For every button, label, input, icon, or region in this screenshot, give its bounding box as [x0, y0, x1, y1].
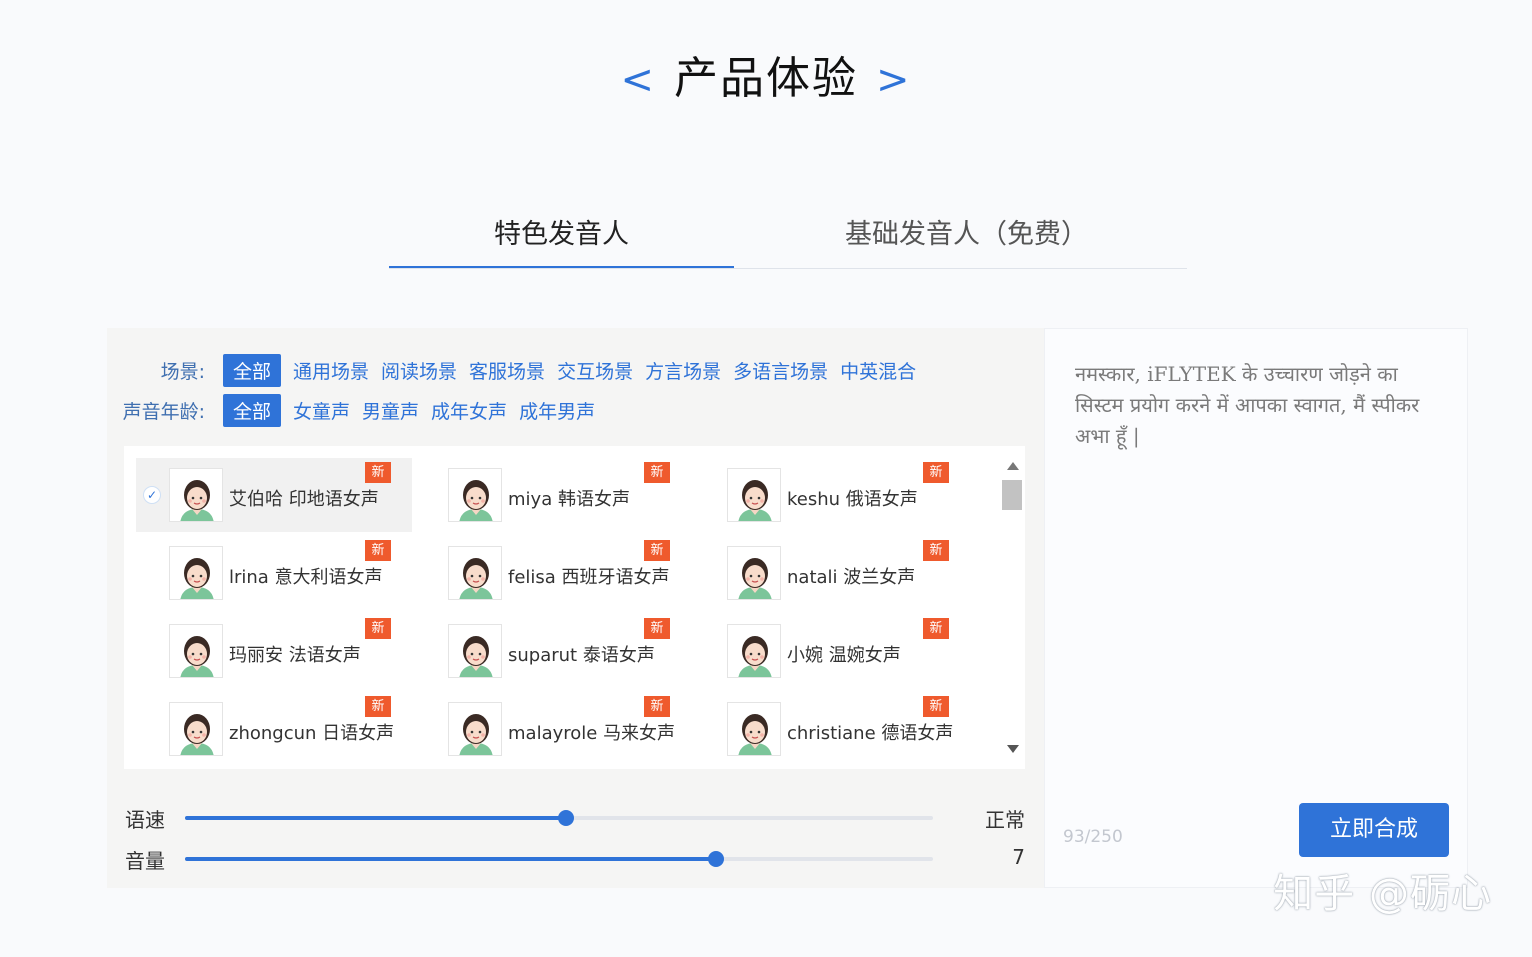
speaker-item[interactable]: christiane 德语女声 新 — [694, 692, 970, 766]
speaker-avatar — [727, 468, 781, 522]
scene-filter: 场景: 全部 通用场景 阅读场景 客服场景 交互场景 方言场景 多语言场景 中英… — [107, 353, 928, 387]
speaker-name: keshu 俄语女声 — [787, 489, 918, 510]
tab-featured-speakers[interactable]: 特色发音人 — [389, 205, 734, 268]
page-title-text: 产品体验 — [674, 53, 858, 104]
watermark: 知乎 @砺心 — [1273, 871, 1492, 917]
speaker-name: zhongcun 日语女声 — [229, 723, 395, 744]
scene-option[interactable]: 阅读场景 — [381, 357, 457, 384]
speaker-item[interactable]: suparut 泰语女声 新 — [415, 614, 691, 688]
age-filter-label: 声音年龄: — [122, 400, 205, 423]
speaker-avatar — [448, 702, 502, 756]
speaker-item[interactable]: 小婉 温婉女声 新 — [694, 614, 970, 688]
volume-slider-handle[interactable] — [708, 851, 725, 867]
scene-option[interactable]: 方言场景 — [645, 357, 721, 384]
volume-value: 7 — [1012, 845, 1025, 869]
speaker-name: 小婉 温婉女声 — [787, 645, 901, 666]
age-option[interactable]: 成年女声 — [431, 397, 507, 424]
new-badge: 新 — [365, 618, 391, 639]
volume-slider[interactable] — [185, 851, 933, 867]
speaker-name: christiane 德语女声 — [787, 723, 954, 744]
speaker-name: natali 波兰女声 — [787, 567, 916, 588]
speed-slider-row: 语速 正常 — [125, 802, 1025, 832]
new-badge: 新 — [365, 540, 391, 561]
speaker-item[interactable]: felisa 西班牙语女声 新 — [415, 536, 691, 610]
speaker-avatar — [448, 624, 502, 678]
speaker-list: ✓ 艾伯哈 印地语女声新 miya 韩语女声新 keshu 俄语女声新 lrina 意大… — [124, 446, 1025, 769]
check-icon: ✓ — [143, 486, 161, 504]
speaker-avatar — [169, 546, 223, 600]
age-option[interactable]: 成年男声 — [519, 397, 595, 424]
age-filter: 声音年龄: 全部 女童声 男童声 成年女声 成年男声 — [107, 393, 607, 427]
new-badge: 新 — [923, 462, 949, 483]
new-badge: 新 — [923, 696, 949, 717]
scene-option[interactable]: 客服场景 — [469, 357, 545, 384]
scene-option[interactable]: 交互场景 — [557, 357, 633, 384]
volume-label: 音量 — [125, 849, 165, 873]
speaker-avatar — [448, 546, 502, 600]
speaker-name: suparut 泰语女声 — [508, 645, 655, 666]
speaker-tabs: 特色发音人 基础发音人（免费） — [389, 205, 1187, 269]
speaker-name: malayrole 马来女声 — [508, 723, 676, 744]
new-badge: 新 — [923, 618, 949, 639]
new-badge: 新 — [365, 696, 391, 717]
speaker-avatar — [169, 468, 223, 522]
speed-slider-handle[interactable] — [558, 810, 575, 826]
speed-slider-fill — [185, 816, 567, 820]
age-option[interactable]: 女童声 — [293, 397, 350, 424]
speaker-avatar — [169, 702, 223, 756]
scroll-up-icon[interactable] — [1007, 462, 1019, 470]
scene-option[interactable]: 中英混合 — [840, 357, 916, 384]
new-badge: 新 — [644, 540, 670, 561]
speaker-item[interactable]: zhongcun 日语女声 新 — [136, 692, 412, 766]
synthesis-text-input[interactable]: नमस्कार, iFLYTEK के उच्चारण जोड़ने का सि… — [1075, 359, 1420, 452]
page-title: < 产品体验 > — [0, 42, 1532, 106]
speaker-avatar — [169, 624, 223, 678]
speaker-list-scrollbar[interactable] — [1001, 456, 1025, 759]
age-option[interactable]: 全部 — [223, 393, 282, 427]
speed-value: 正常 — [985, 808, 1025, 832]
scene-option[interactable]: 全部 — [223, 353, 282, 387]
volume-slider-fill — [185, 857, 717, 861]
speaker-avatar — [448, 468, 502, 522]
scene-option[interactable]: 多语言场景 — [733, 357, 828, 384]
synthesize-button[interactable]: 立即合成 — [1299, 803, 1449, 857]
speaker-item[interactable]: keshu 俄语女声新 — [694, 458, 970, 532]
new-badge: 新 — [923, 540, 949, 561]
new-badge: 新 — [644, 618, 670, 639]
char-counter: 93/250 — [1063, 827, 1123, 847]
speaker-item[interactable]: natali 波兰女声新 — [694, 536, 970, 610]
new-badge: 新 — [644, 462, 670, 483]
left-arrow[interactable]: < — [620, 57, 656, 103]
speaker-avatar — [727, 624, 781, 678]
speaker-item[interactable]: lrina 意大利语女声 新 — [136, 536, 412, 610]
new-badge: 新 — [644, 696, 670, 717]
scroll-down-icon[interactable] — [1007, 745, 1019, 753]
speaker-item[interactable]: miya 韩语女声新 — [415, 458, 691, 532]
text-panel: नमस्कार, iFLYTEK के उच्चारण जोड़ने का सि… — [1044, 328, 1468, 888]
scene-filter-label: 场景: — [160, 360, 205, 383]
speaker-item[interactable]: ✓ 艾伯哈 印地语女声 新 — [136, 458, 412, 532]
scene-option[interactable]: 通用场景 — [293, 357, 369, 384]
speaker-name: miya 韩语女声 — [508, 489, 630, 510]
speaker-name: felisa 西班牙语女声 — [508, 567, 670, 588]
scroll-thumb[interactable] — [1002, 480, 1022, 510]
speaker-item[interactable]: 玛丽安 法语女声新 — [136, 614, 412, 688]
speed-slider[interactable] — [185, 810, 933, 826]
speed-label: 语速 — [125, 808, 165, 832]
new-badge: 新 — [365, 462, 391, 483]
speaker-panel: 场景: 全部 通用场景 阅读场景 客服场景 交互场景 方言场景 多语言场景 中英… — [107, 328, 1044, 888]
tab-basic-speakers[interactable]: 基础发音人（免费） — [794, 205, 1139, 268]
right-arrow[interactable]: > — [876, 57, 912, 103]
speaker-avatar — [727, 546, 781, 600]
speaker-name: 艾伯哈 印地语女声 — [229, 489, 379, 510]
speaker-avatar — [727, 702, 781, 756]
age-option[interactable]: 男童声 — [362, 397, 419, 424]
speaker-name: 玛丽安 法语女声 — [229, 645, 361, 666]
speaker-name: lrina 意大利语女声 — [229, 567, 383, 588]
volume-slider-row: 音量 7 — [125, 843, 1025, 873]
speaker-item[interactable]: malayrole 马来女声 新 — [415, 692, 691, 766]
